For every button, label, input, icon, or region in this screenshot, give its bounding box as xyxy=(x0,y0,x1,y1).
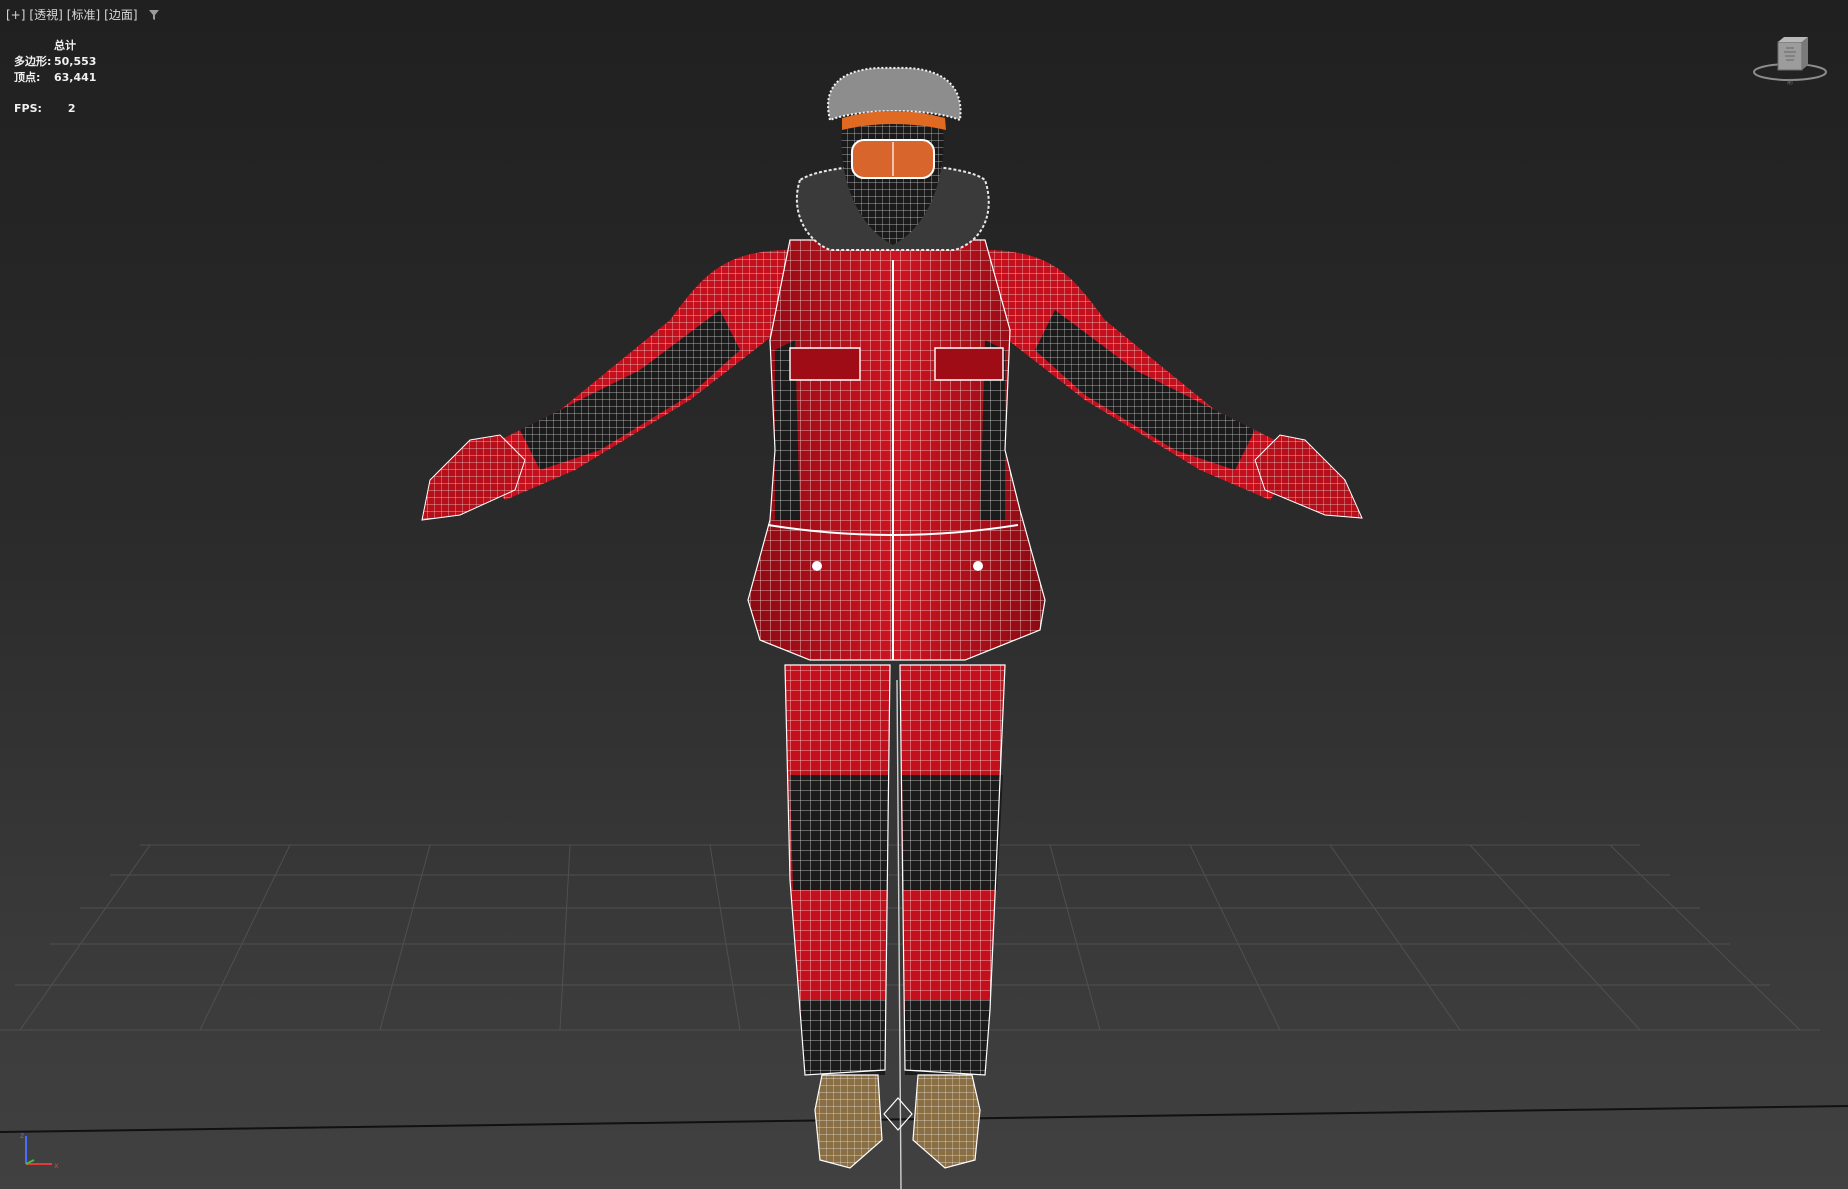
pocket-button-left xyxy=(812,561,822,571)
pocket-button-right xyxy=(973,561,983,571)
svg-text:前: 前 xyxy=(1787,78,1793,86)
chest-pocket-left xyxy=(789,347,861,381)
svg-text:x: x xyxy=(54,1161,59,1170)
chest-pocket-right xyxy=(934,347,1004,381)
svg-text:z: z xyxy=(20,1131,24,1140)
viewcube-icon[interactable]: 前 xyxy=(1750,34,1830,90)
scene-canvas[interactable] xyxy=(0,0,1848,1189)
pivot-gizmo xyxy=(883,1097,913,1131)
vertical-axis-line xyxy=(896,679,902,1189)
3d-viewport[interactable]: [+] [透視] [标准] [边面] 总计 多边形: 50,553 顶点: 63… xyxy=(0,0,1848,1189)
character-wireframe-model[interactable] xyxy=(421,66,1363,1169)
axis-tripod-icon: z x xyxy=(20,1131,59,1170)
